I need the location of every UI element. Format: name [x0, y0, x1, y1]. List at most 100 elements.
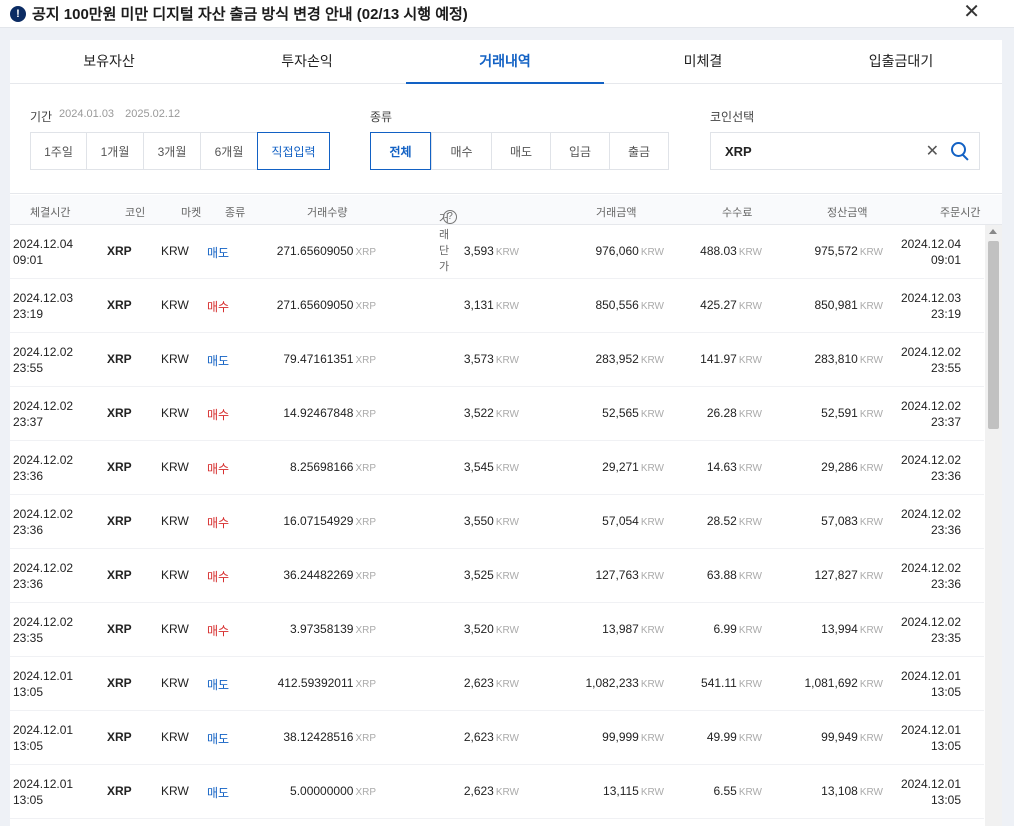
period-custom-button[interactable]: 직접입력 — [257, 132, 330, 170]
exec-clock: 23:19 — [13, 307, 44, 321]
tab-pending-transfers[interactable]: 입출금대기 — [802, 40, 1000, 83]
table-row[interactable]: 2024.12.02 23:55 XRP KRW 매도 79.47161351 XRP 3,5… — [10, 333, 984, 387]
settle-cell: 127,827 KRW — [814, 568, 883, 582]
market-cell: KRW — [161, 352, 189, 366]
market-cell: KRW — [161, 244, 189, 258]
total-cell: 13,115 KRW — [603, 784, 664, 798]
price-unit: KRW — [495, 679, 519, 690]
qty-unit: XRP — [355, 517, 376, 528]
col-total: 거래금액 — [596, 207, 637, 219]
fee-unit: KRW — [738, 679, 762, 690]
col-settle: 정산금액 — [827, 207, 868, 219]
period-1week-button[interactable]: 1주일 — [30, 132, 86, 170]
tab-open-orders[interactable]: 미체결 — [604, 40, 802, 83]
scrollbar[interactable] — [985, 225, 1002, 826]
order-time: 2024.12.04 09:01 — [901, 236, 961, 268]
exec-date: 2024.12.02 — [13, 561, 74, 575]
exec-time: 2024.12.02 23:35 — [13, 614, 73, 646]
clear-icon[interactable]: ✕ — [926, 141, 939, 161]
coin-cell: XRP — [107, 298, 132, 312]
exec-date: 2024.12.02 — [13, 507, 74, 521]
fee-unit: KRW — [738, 409, 762, 420]
fee-cell: 488.03 KRW — [700, 244, 762, 258]
order-time: 2024.12.02 23:36 — [901, 452, 961, 484]
price-value: 2,623 — [463, 784, 494, 798]
price-value: 3,550 — [463, 514, 494, 528]
period-1month-button[interactable]: 1개월 — [86, 132, 143, 170]
price-value: 2,623 — [463, 676, 494, 690]
table-row[interactable]: 2024.12.01 13:05 XRP KRW 매도 5.00000000 XRP 2,62… — [10, 765, 984, 819]
period-3month-button[interactable]: 3개월 — [143, 132, 200, 170]
table-row[interactable]: 2024.12.02 23:36 XRP KRW 매수 8.25698166 XRP 3,54… — [10, 441, 984, 495]
fee-unit: KRW — [738, 625, 762, 636]
coin-select-input[interactable]: XRP ✕ — [710, 132, 980, 170]
tab-holdings[interactable]: 보유자산 — [10, 40, 208, 83]
order-time: 2024.12.02 23:55 — [901, 344, 961, 376]
type-button-group: 전체 매수 매도 입금 출금 — [370, 132, 669, 170]
tab-history[interactable]: 거래내역 — [406, 40, 604, 84]
fee-value: 425.27 — [700, 298, 737, 312]
type-deposit-button[interactable]: 입금 — [550, 132, 609, 170]
fee-unit: KRW — [738, 355, 762, 366]
qty-cell: 79.47161351 XRP — [283, 352, 376, 366]
total-unit: KRW — [640, 517, 664, 528]
tab-pnl[interactable]: 투자손익 — [208, 40, 406, 83]
table-row[interactable]: 2024.12.02 23:36 XRP KRW 매수 36.24482269 XRP 3,5… — [10, 549, 984, 603]
qty-value: 271.65609050 — [276, 244, 354, 258]
scroll-up-icon[interactable] — [989, 229, 997, 234]
col-market: 마켓 — [181, 207, 202, 219]
price-cell: 3,522 KRW — [464, 406, 519, 420]
qty-value: 38.12428516 — [283, 730, 354, 744]
type-buy-button[interactable]: 매수 — [431, 132, 491, 170]
qty-cell: 3.97358139 XRP — [290, 622, 376, 636]
table-row[interactable]: 2024.12.02 23:37 XRP KRW 매수 14.92467848 XRP 3,5… — [10, 387, 984, 441]
table-row[interactable]: 2024.12.02 23:36 XRP KRW 매수 16.07154929 XRP 3,5… — [10, 495, 984, 549]
period-6month-button[interactable]: 6개월 — [200, 132, 257, 170]
search-icon[interactable] — [949, 140, 971, 162]
close-icon[interactable]: ✕ — [963, 2, 980, 22]
type-sell-button[interactable]: 매도 — [491, 132, 550, 170]
type-cell: 매수 — [207, 624, 230, 638]
table-row[interactable]: 2024.12.03 23:19 XRP KRW 매수 271.65609050 XRP 3,… — [10, 279, 984, 333]
help-icon[interactable]: ? — [443, 210, 457, 224]
price-cell: 2,623 KRW — [464, 676, 519, 690]
price-unit: KRW — [495, 733, 519, 744]
market-cell: KRW — [161, 514, 189, 528]
coin-cell: XRP — [107, 244, 132, 258]
type-cell: 매수 — [207, 462, 230, 476]
type-cell: 매수 — [207, 300, 230, 314]
fee-cell: 141.97 KRW — [700, 352, 762, 366]
total-unit: KRW — [640, 355, 664, 366]
settle-value: 283,810 — [814, 352, 858, 366]
qty-unit: XRP — [355, 679, 376, 690]
order-clock: 23:36 — [930, 469, 961, 483]
order-clock: 23:19 — [930, 307, 961, 321]
fee-unit: KRW — [738, 787, 762, 798]
exec-date: 2024.12.02 — [13, 615, 74, 629]
total-value: 976,060 — [595, 244, 639, 258]
exec-date: 2024.12.02 — [13, 399, 74, 413]
type-all-button[interactable]: 전체 — [370, 132, 431, 170]
total-value: 29,271 — [602, 460, 639, 474]
table-body[interactable]: 2024.12.04 09:01 XRP KRW 매도 271.65609050 XRP 3,… — [10, 225, 984, 826]
settle-cell: 29,286 KRW — [821, 460, 883, 474]
settle-unit: KRW — [859, 733, 883, 744]
coin-cell: XRP — [107, 568, 132, 582]
scrollbar-thumb[interactable] — [988, 241, 999, 429]
table-row[interactable]: 2024.12.02 23:35 XRP KRW 매수 3.97358139 XRP 3,52… — [10, 603, 984, 657]
exec-clock: 23:35 — [13, 631, 44, 645]
price-cell: 3,593 KRW — [464, 244, 519, 258]
total-unit: KRW — [640, 463, 664, 474]
settle-unit: KRW — [859, 571, 883, 582]
order-time: 2024.12.01 13:05 — [901, 776, 961, 808]
market-cell: KRW — [161, 568, 189, 582]
exec-time: 2024.12.02 23:36 — [13, 560, 73, 592]
order-date: 2024.12.01 — [900, 723, 961, 737]
table-row[interactable]: 2024.12.01 13:05 XRP KRW 매도 412.59392011 XRP 2,… — [10, 657, 984, 711]
table-row[interactable]: 2024.12.04 09:01 XRP KRW 매도 271.65609050 XRP 3,… — [10, 225, 984, 279]
type-withdraw-button[interactable]: 출금 — [609, 132, 669, 170]
notice-text[interactable]: 공지 100만원 미만 디지털 자산 출금 방식 변경 안내 (02/13 시행… — [32, 3, 468, 24]
table-row[interactable]: 2024.12.01 13:05 XRP KRW 매도 38.12428516 XRP 2,6… — [10, 711, 984, 765]
exec-date: 2024.12.02 — [13, 345, 74, 359]
price-value: 3,522 — [463, 406, 494, 420]
